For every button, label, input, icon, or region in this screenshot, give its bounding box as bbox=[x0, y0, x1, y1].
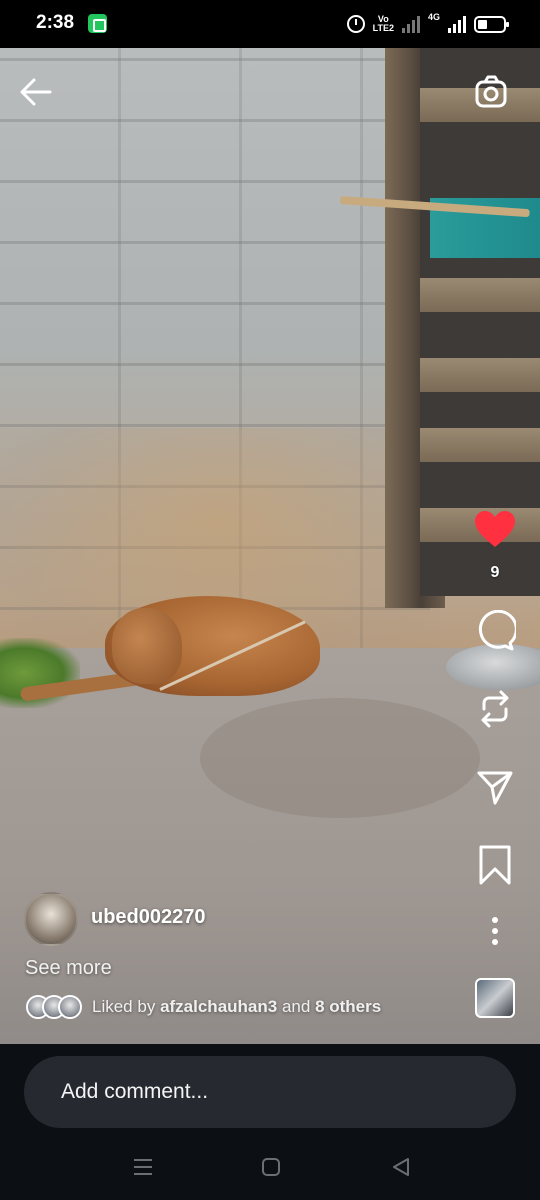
repost-button[interactable] bbox=[472, 686, 518, 732]
goat-head bbox=[112, 608, 182, 684]
post-media[interactable] bbox=[0, 48, 540, 1044]
back-button[interactable] bbox=[16, 72, 56, 112]
liked-by-avatars[interactable] bbox=[26, 995, 82, 1019]
arrow-left-icon bbox=[20, 78, 52, 106]
bookmark-icon bbox=[479, 845, 511, 885]
heart-icon bbox=[475, 511, 515, 547]
comment-placeholder: Add comment... bbox=[61, 1080, 209, 1103]
status-bar: 2:38 Vo LTE2 4G bbox=[0, 0, 540, 48]
more-options-button[interactable] bbox=[472, 908, 518, 954]
back-triangle-icon bbox=[393, 1158, 409, 1176]
liked-by-others[interactable]: 8 others bbox=[315, 997, 381, 1016]
recents-button[interactable] bbox=[128, 1152, 158, 1182]
camera-button[interactable] bbox=[472, 72, 512, 112]
like-count: 9 bbox=[490, 564, 500, 581]
battery-icon bbox=[474, 15, 509, 33]
share-button[interactable] bbox=[472, 764, 518, 810]
author-username[interactable]: ubed002270 bbox=[91, 906, 206, 929]
see-more-link[interactable]: See more bbox=[25, 957, 112, 980]
alarm-icon bbox=[346, 15, 365, 33]
more-vertical-icon bbox=[492, 917, 498, 945]
signal-icon bbox=[448, 15, 466, 33]
liked-by-text[interactable]: Liked by afzalchauhan3 and 8 others bbox=[92, 997, 381, 1017]
comment-icon bbox=[478, 610, 516, 651]
menu-icon bbox=[134, 1159, 152, 1175]
audio-thumbnail[interactable] bbox=[475, 978, 515, 1018]
repost-icon bbox=[481, 690, 509, 728]
network-type-label: 4G bbox=[427, 12, 440, 22]
signal-sim1-icon bbox=[401, 15, 420, 33]
nav-back-button[interactable] bbox=[386, 1152, 416, 1182]
home-button[interactable] bbox=[256, 1152, 286, 1182]
status-time: 2:38 bbox=[36, 12, 75, 33]
liked-by-user[interactable]: afzalchauhan3 bbox=[160, 997, 277, 1016]
volte-icon: Vo LTE2 bbox=[372, 14, 394, 33]
camera-icon bbox=[475, 75, 507, 108]
save-button[interactable] bbox=[472, 842, 518, 888]
home-square-icon bbox=[262, 1158, 280, 1176]
status-icons: Vo LTE2 4G bbox=[346, 12, 509, 36]
comment-input[interactable]: Add comment... bbox=[24, 1056, 516, 1128]
author-avatar[interactable] bbox=[24, 892, 78, 946]
app-notification-icon bbox=[88, 14, 107, 33]
send-icon bbox=[477, 771, 513, 805]
like-button[interactable] bbox=[472, 506, 518, 552]
comment-button[interactable] bbox=[472, 608, 518, 654]
